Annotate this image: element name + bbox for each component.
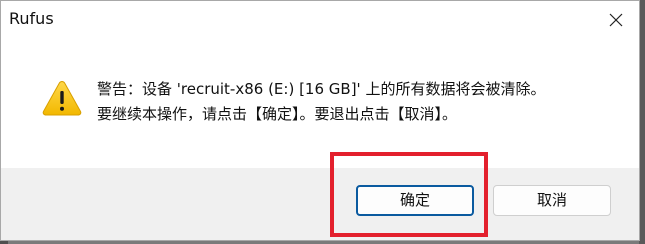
message-area: 警告：设备 'recruit-x86 (E:) [16 GB]' 上的所有数据将…	[1, 39, 639, 168]
ok-button[interactable]: 确定	[356, 185, 474, 216]
window-title: Rufus	[9, 9, 54, 28]
close-icon	[609, 13, 623, 27]
warning-icon	[42, 80, 82, 116]
title-bar: Rufus	[1, 1, 639, 39]
rufus-warning-dialog: Rufus 警告：设备 'recruit-x86 (E:) [16 GB]' 上…	[0, 0, 640, 241]
close-button[interactable]	[593, 1, 639, 39]
warning-message-line-2: 要继续本操作，请点击【确定】。要退出点击【取消】。	[97, 105, 458, 123]
warning-message-line-1: 警告：设备 'recruit-x86 (E:) [16 GB]' 上的所有数据将…	[97, 80, 546, 98]
screen: Rufus 警告：设备 'recruit-x86 (E:) [16 GB]' 上…	[0, 0, 645, 244]
button-bar: 确定 取消	[1, 168, 639, 240]
warning-message: 警告：设备 'recruit-x86 (E:) [16 GB]' 上的所有数据将…	[97, 77, 617, 127]
cancel-button[interactable]: 取消	[493, 185, 611, 216]
